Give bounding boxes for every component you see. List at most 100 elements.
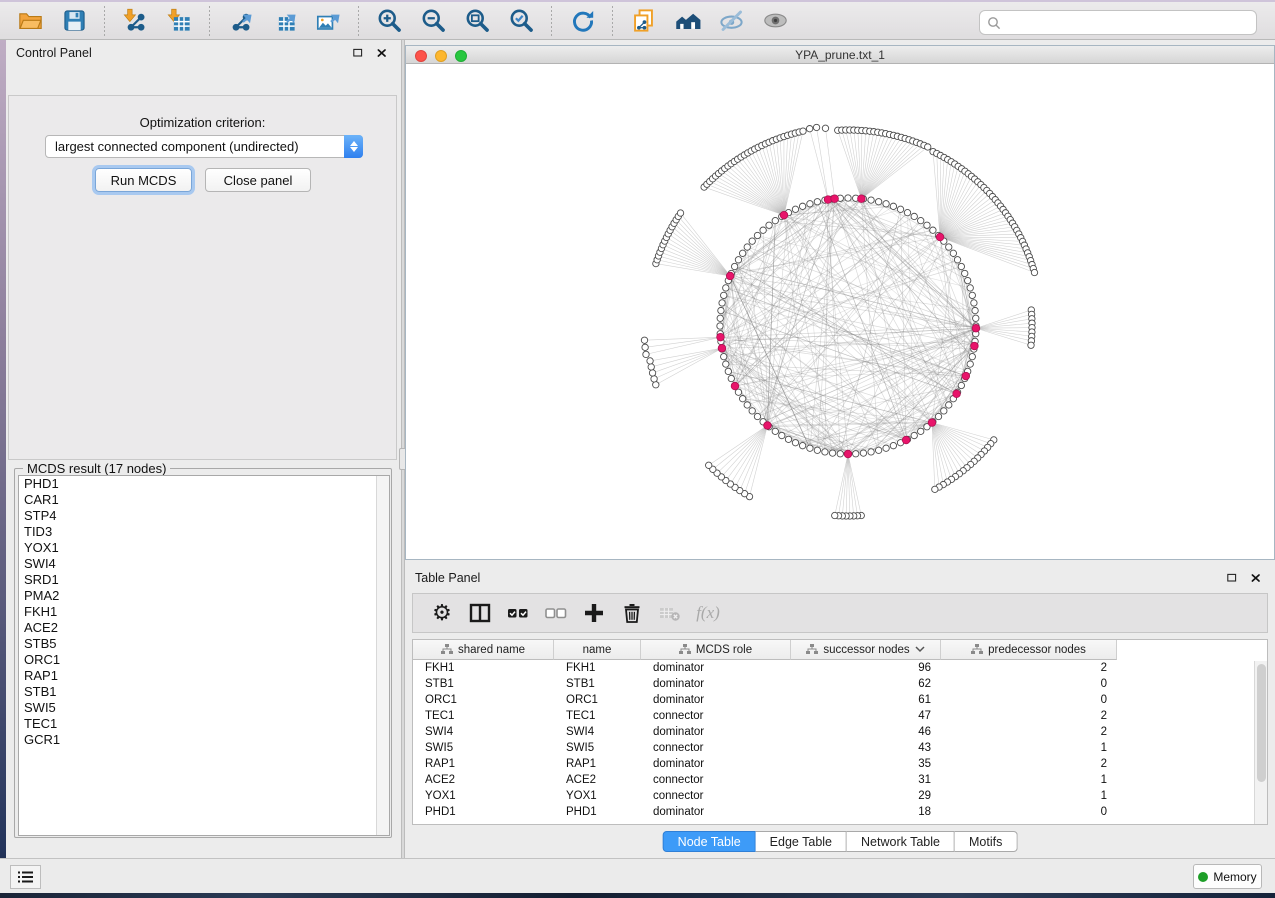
gear-icon: ⚙ (432, 602, 452, 624)
cell-name: ORC1 (554, 694, 641, 706)
hide-selected-button[interactable] (715, 5, 747, 37)
column-header-shared-name[interactable]: shared name (413, 640, 554, 660)
import-table-button[interactable] (163, 5, 195, 37)
control-panel-float-button[interactable] (349, 45, 367, 61)
cell-shared-name: STB1 (413, 678, 554, 690)
table-scrollbar[interactable] (1254, 661, 1267, 825)
network-canvas[interactable] (406, 64, 1274, 559)
memory-button[interactable]: Memory (1193, 864, 1262, 889)
tab-motifs[interactable]: Motifs (955, 831, 1017, 852)
close-panel-button[interactable]: Close panel (205, 168, 311, 192)
delete-column-button[interactable] (615, 598, 649, 628)
mcds-result-item[interactable]: RAP1 (19, 668, 389, 684)
export-network-button[interactable] (224, 5, 256, 37)
deselect-all-rows-button[interactable] (539, 598, 573, 628)
network-graph[interactable] (406, 64, 1274, 559)
mcds-result-item[interactable]: PHD1 (19, 476, 389, 492)
tab-network-table[interactable]: Network Table (847, 831, 955, 852)
table-panel-float-button[interactable] (1223, 570, 1241, 586)
show-all-button[interactable] (759, 5, 791, 37)
select-stepper-icon (344, 135, 363, 158)
save-session-button[interactable] (58, 5, 90, 37)
column-header-predecessor-nodes[interactable]: predecessor nodes (941, 640, 1117, 660)
cell-successor-nodes: 31 (791, 774, 941, 786)
tab-edge-table[interactable]: Edge Table (756, 831, 847, 852)
mcds-result-item[interactable]: PMA2 (19, 588, 389, 604)
criterion-select[interactable]: largest connected component (undirected) (45, 135, 363, 158)
search-input[interactable] (1001, 13, 1256, 33)
zoom-fit-button[interactable] (461, 5, 493, 37)
table-row[interactable]: RAP1RAP1dominator352 (413, 756, 1267, 772)
export-image-button[interactable] (312, 5, 344, 37)
table-panel-close-button[interactable] (1247, 570, 1265, 586)
table-row[interactable]: TEC1TEC1connector472 (413, 708, 1267, 724)
duplicate-network-button[interactable] (627, 5, 659, 37)
export-table-button[interactable] (268, 5, 300, 37)
cell-name: RAP1 (554, 758, 641, 770)
network-window-titlebar[interactable]: YPA_prune.txt_1 (406, 46, 1274, 64)
show-columns-button[interactable] (463, 598, 497, 628)
window-maximize-icon[interactable] (455, 50, 467, 62)
mcds-result-item[interactable]: STB1 (19, 684, 389, 700)
table-settings-button[interactable]: ⚙ (425, 598, 459, 628)
first-neighbors-button[interactable] (671, 5, 703, 37)
table-row[interactable]: ORC1ORC1dominator610 (413, 692, 1267, 708)
mcds-result-item[interactable]: STP4 (19, 508, 389, 524)
cell-predecessor-nodes: 2 (941, 726, 1117, 738)
main-toolbar (0, 2, 1275, 40)
mcds-result-list[interactable]: PHD1CAR1STP4TID3YOX1SWI4SRD1PMA2FKH1ACE2… (18, 475, 390, 836)
mcds-result-item[interactable]: SRD1 (19, 572, 389, 588)
status-bar: Memory (0, 858, 1275, 893)
window-minimize-icon[interactable] (435, 50, 447, 62)
column-header-name[interactable]: name (554, 640, 641, 660)
column-header-MCDS-role[interactable]: MCDS role (641, 640, 791, 660)
zoom-out-button[interactable] (417, 5, 449, 37)
mcds-result-item[interactable]: ORC1 (19, 652, 389, 668)
cell-name: SWI5 (554, 742, 641, 754)
table-panel-titlebar: Table Panel (405, 565, 1275, 591)
float-window-icon (1226, 572, 1238, 584)
mcds-result-item[interactable]: FKH1 (19, 604, 389, 620)
tab-node-table[interactable]: Node Table (663, 831, 756, 852)
mcds-result-item[interactable]: CAR1 (19, 492, 389, 508)
cell-predecessor-nodes: 0 (941, 806, 1117, 818)
table-row[interactable]: FKH1FKH1dominator962 (413, 660, 1267, 676)
table-scrollbar-thumb[interactable] (1257, 664, 1266, 782)
column-header-successor-nodes[interactable]: successor nodes (791, 640, 941, 660)
open-session-button[interactable] (14, 5, 46, 37)
mcds-list-scrollbar[interactable] (376, 476, 389, 835)
table-row[interactable]: PHD1PHD1dominator180 (413, 804, 1267, 820)
control-panel-close-button[interactable] (373, 45, 391, 61)
mcds-result-item[interactable]: TEC1 (19, 716, 389, 732)
zoom-in-button[interactable] (373, 5, 405, 37)
table-row[interactable]: SWI4SWI4dominator462 (413, 724, 1267, 740)
close-icon (376, 47, 388, 59)
list-icon (18, 870, 34, 884)
window-close-icon[interactable] (415, 50, 427, 62)
cell-shared-name: ORC1 (413, 694, 554, 706)
mcds-result-item[interactable]: GCR1 (19, 732, 389, 748)
memory-status-icon (1198, 872, 1208, 882)
task-history-button[interactable] (10, 865, 41, 889)
import-table-icon (166, 7, 193, 34)
mcds-result-item[interactable]: STB5 (19, 636, 389, 652)
mcds-result-item[interactable]: SWI4 (19, 556, 389, 572)
mcds-result-item[interactable]: YOX1 (19, 540, 389, 556)
mcds-result-item[interactable]: ACE2 (19, 620, 389, 636)
search-field[interactable] (979, 10, 1257, 35)
cell-predecessor-nodes: 2 (941, 710, 1117, 722)
table-row[interactable]: YOX1YOX1connector291 (413, 788, 1267, 804)
node-table-header: shared namenameMCDS rolesuccessor nodesp… (413, 640, 1267, 660)
table-row[interactable]: STB1STB1dominator620 (413, 676, 1267, 692)
add-column-button[interactable] (577, 598, 611, 628)
mcds-result-item[interactable]: SWI5 (19, 700, 389, 716)
select-all-rows-button[interactable] (501, 598, 535, 628)
table-row[interactable]: SWI5SWI5connector431 (413, 740, 1267, 756)
zoom-selected-button[interactable] (505, 5, 537, 37)
mcds-result-item[interactable]: TID3 (19, 524, 389, 540)
table-row[interactable]: ACE2ACE2connector311 (413, 772, 1267, 788)
float-window-icon (352, 47, 364, 59)
import-network-button[interactable] (119, 5, 151, 37)
run-mcds-button[interactable]: Run MCDS (95, 168, 192, 192)
refresh-view-button[interactable] (566, 5, 598, 37)
